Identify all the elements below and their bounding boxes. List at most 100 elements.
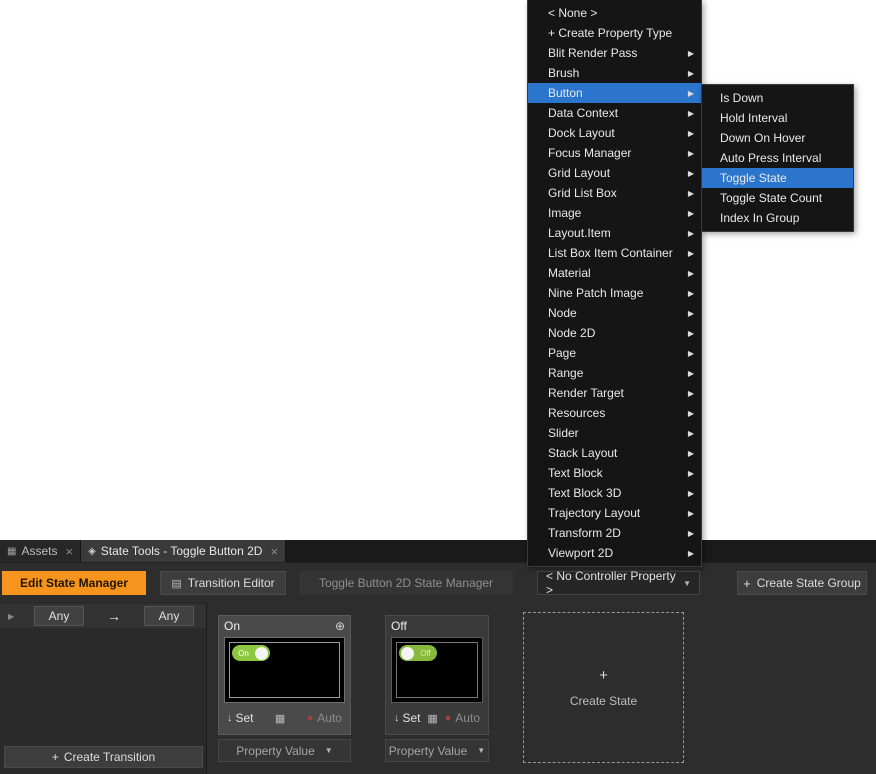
transition-row[interactable]: ▶ Any → Any [0,604,206,628]
menu-item[interactable]: Page ▶ [528,343,701,363]
menu-item[interactable]: Grid Layout ▶ [528,163,701,183]
auto-label: Auto [455,711,480,725]
submenu-item-label: Is Down [720,91,846,105]
state-card-footer: ↓ Set ▦ ● Auto [386,706,488,730]
menu-item-label: < None > [548,6,682,20]
transition-editor-button[interactable]: ▤ Transition Editor [160,571,286,595]
menu-item[interactable]: Text Block 3D ▶ [528,483,701,503]
menu-item[interactable]: Stack Layout ▶ [528,443,701,463]
submenu-item[interactable]: Auto Press Interval [702,148,853,168]
state-card-on[interactable]: On ⊕ On ↓ Set ▦ ● Auto [218,615,351,735]
menu-item[interactable]: Range ▶ [528,363,701,383]
state-tools-tab-icon: ◈ [88,546,96,557]
auto-toggle[interactable]: ● Auto [445,711,480,725]
menu-item[interactable]: < None > ▶ [528,3,701,23]
submenu-arrow-icon: ▶ [688,289,694,298]
menu-item[interactable]: Render Target ▶ [528,383,701,403]
menu-item[interactable]: List Box Item Container ▶ [528,243,701,263]
submenu-item[interactable]: Down On Hover [702,128,853,148]
submenu-item[interactable]: Hold Interval [702,108,853,128]
tab-state-tools[interactable]: ◈ State Tools - Toggle Button 2D × [81,540,286,562]
close-icon[interactable]: × [65,545,73,558]
create-transition-button[interactable]: + Create Transition [4,746,203,768]
menu-item[interactable]: Viewport 2D ▶ [528,543,701,563]
menu-item-label: Trajectory Layout [548,506,682,520]
menu-item[interactable]: Grid List Box ▶ [528,183,701,203]
menu-item-label: Blit Render Pass [548,46,682,60]
state-preview: On [224,637,345,703]
menu-item-label: Viewport 2D [548,546,682,560]
controller-property-value: < No Controller Property > [546,569,683,597]
set-button[interactable]: ↓ Set [394,711,421,725]
menu-item[interactable]: Transform 2D ▶ [528,523,701,543]
submenu-item[interactable]: Index In Group [702,208,853,228]
chevron-down-icon: ▼ [683,579,691,588]
menu-item[interactable]: Node ▶ [528,303,701,323]
state-name: On [224,619,335,633]
menu-item[interactable]: Nine Patch Image ▶ [528,283,701,303]
menu-item[interactable]: Image ▶ [528,203,701,223]
menu-item[interactable]: Button ▶ [528,83,701,103]
menu-item[interactable]: Focus Manager ▶ [528,143,701,163]
property-type-context-menu: < None > ▶ + Create Property Type ▶ Blit… [527,0,702,567]
menu-item-label: Focus Manager [548,146,682,160]
submenu-arrow-icon: ▶ [688,389,694,398]
submenu-arrow-icon: ▶ [688,149,694,158]
set-button[interactable]: ↓ Set [227,711,254,725]
menu-item[interactable]: Slider ▶ [528,423,701,443]
transition-from[interactable]: Any [34,606,84,626]
expander-icon[interactable]: ▶ [8,612,22,621]
tab-bar: ▦ Assets × ◈ State Tools - Toggle Button… [0,540,876,563]
set-label: Set [236,711,254,725]
submenu-item-label: Hold Interval [720,111,846,125]
menu-item[interactable]: + Create Property Type ▶ [528,23,701,43]
editor-grid-icon[interactable]: ▦ [427,712,437,725]
state-name: Off [391,619,483,633]
jump-to-state-icon[interactable]: ⊕ [335,619,345,633]
set-arrow-icon: ↓ [227,712,233,724]
state-preview: Off [391,637,483,703]
menu-item[interactable]: Trajectory Layout ▶ [528,503,701,523]
submenu-item[interactable]: Toggle State [702,168,853,188]
menu-item[interactable]: Resources ▶ [528,403,701,423]
menu-item-label: Resources [548,406,682,420]
toggle-knob [401,647,414,660]
menu-item[interactable]: Layout.Item ▶ [528,223,701,243]
property-value-dropdown-on[interactable]: Property Value ▼ [218,739,351,762]
auto-dot-icon: ● [445,712,452,724]
submenu-arrow-icon: ▶ [688,89,694,98]
submenu-arrow-icon: ▶ [688,169,694,178]
menu-item-label: Brush [548,66,682,80]
submenu-item[interactable]: Toggle State Count [702,188,853,208]
property-value-dropdown-off[interactable]: Property Value ▼ [385,739,489,762]
menu-item[interactable]: Material ▶ [528,263,701,283]
close-icon[interactable]: × [270,545,278,558]
transition-to[interactable]: Any [144,606,194,626]
submenu-item-label: Down On Hover [720,131,846,145]
submenu-arrow-icon: ▶ [688,269,694,278]
tab-assets[interactable]: ▦ Assets × [0,540,81,562]
edit-state-manager-button[interactable]: Edit State Manager [2,571,146,595]
menu-item[interactable]: Brush ▶ [528,63,701,83]
menu-item[interactable]: Text Block ▶ [528,463,701,483]
menu-item[interactable]: Data Context ▶ [528,103,701,123]
toggle-button-preview: On [232,645,270,661]
menu-item[interactable]: Blit Render Pass ▶ [528,43,701,63]
state-card-off[interactable]: Off Off ↓ Set ▦ ● Auto [385,615,489,735]
menu-item[interactable]: Node 2D ▶ [528,323,701,343]
toggle-button-preview: Off [399,645,437,661]
create-state-group-button[interactable]: + Create State Group [737,571,867,595]
button-submenu: Is Down Hold Interval Down On Hover Auto… [701,84,854,232]
create-state-button[interactable]: + Create State [523,612,684,763]
menu-item[interactable]: Dock Layout ▶ [528,123,701,143]
auto-toggle[interactable]: ● Auto [307,711,342,725]
editor-grid-icon[interactable]: ▦ [275,712,285,725]
assets-tab-icon: ▦ [7,546,16,557]
submenu-item[interactable]: Is Down [702,88,853,108]
menu-item-label: Slider [548,426,682,440]
state-tools-panel: ▦ Assets × ◈ State Tools - Toggle Button… [0,540,876,774]
menu-item-label: List Box Item Container [548,246,682,260]
create-state-group-label: Create State Group [757,576,861,590]
submenu-arrow-icon: ▶ [688,429,694,438]
controller-property-dropdown[interactable]: < No Controller Property > ▼ [537,571,700,595]
